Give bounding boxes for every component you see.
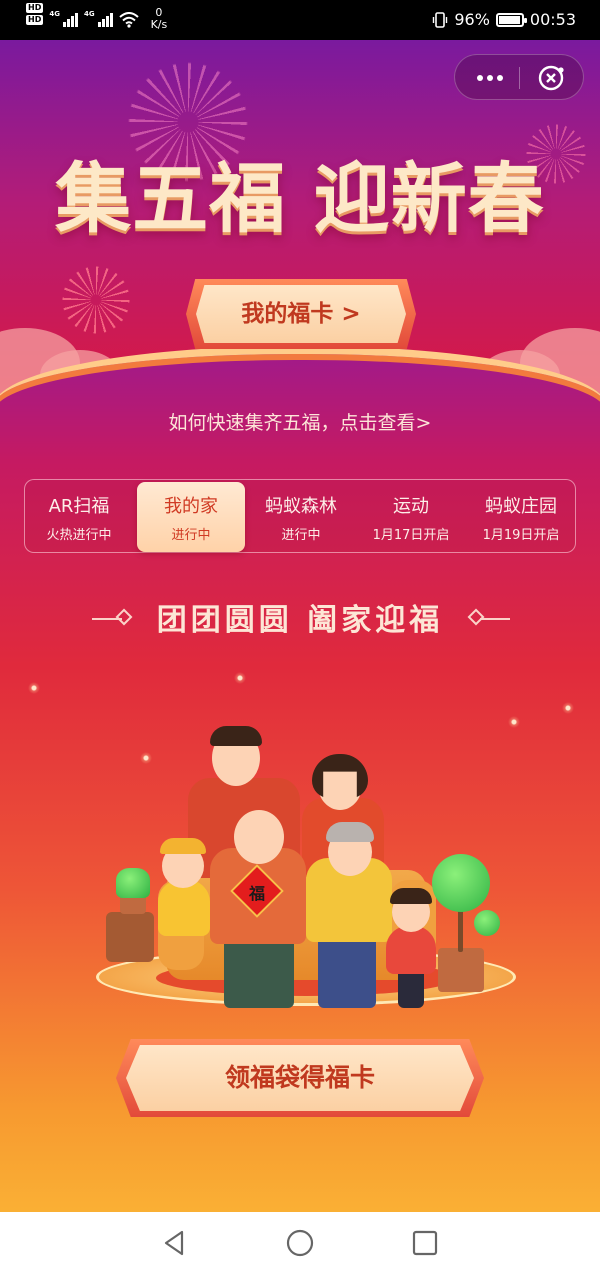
hd-badge-2: HD: [26, 15, 44, 25]
tab-status: 进行中: [171, 528, 211, 543]
family-illustration: 福: [96, 680, 516, 1010]
net-speed-unit: K/s: [150, 18, 168, 31]
back-icon[interactable]: [160, 1228, 190, 1258]
status-bar: HD HD 4G 4G 0 K/s 96% 00:53: [0, 0, 600, 40]
sparkle-decoration: [28, 682, 40, 694]
tab-label: 我的家: [164, 496, 218, 517]
tab-sport[interactable]: 运动 1月17日开启: [356, 480, 466, 552]
hd-badge-1: HD: [26, 3, 44, 13]
tab-ant-farm[interactable]: 蚂蚁庄园 1月19日开启: [467, 480, 575, 552]
system-nav-bar: [0, 1212, 600, 1276]
guide-link[interactable]: 如何快速集齐五福，点击查看>: [0, 408, 600, 435]
page-title: 集五福 迎新春: [55, 154, 545, 243]
cta-ribbon: 领福袋得福卡: [126, 1045, 474, 1111]
fu-character: 福: [249, 884, 266, 903]
tab-status: 1月17日开启: [372, 528, 450, 543]
sparkle-decoration: [562, 702, 574, 714]
tab-status: 进行中: [281, 528, 321, 543]
vibrate-icon: [433, 11, 448, 28]
battery-icon: [495, 12, 527, 27]
recents-icon[interactable]: [410, 1228, 440, 1258]
tab-label: 运动: [393, 496, 429, 517]
battery-level: [498, 15, 520, 24]
home-icon[interactable]: [285, 1228, 315, 1258]
tab-ar-scan[interactable]: AR扫福 火热进行中: [25, 480, 133, 552]
network-label-1: 4G: [49, 10, 60, 18]
tab-label: 蚂蚁庄园: [485, 496, 557, 517]
tab-label: 蚂蚁森林: [265, 496, 337, 517]
plant-leaves: [116, 868, 150, 898]
network-label-2: 4G: [83, 10, 95, 18]
clock: 00:53: [529, 10, 576, 29]
mini-program-capsule: [454, 54, 584, 100]
signal-icon-2: 4G: [83, 10, 113, 27]
tab-my-home[interactable]: 我的家 进行中: [137, 482, 245, 552]
capsule-divider: [519, 67, 520, 89]
wifi-icon: [118, 12, 139, 28]
tree-pot: [438, 948, 484, 992]
close-mini-program-icon[interactable]: [537, 64, 565, 92]
section-title: 团团圆圆 阖家迎福: [156, 603, 444, 638]
tree-crown: [432, 854, 490, 912]
signal-icon-1: 4G: [49, 10, 78, 27]
title-divider-right: [480, 618, 510, 620]
tab-ant-forest[interactable]: 蚂蚁森林 进行中: [247, 480, 355, 552]
tab-status: 火热进行中: [46, 528, 112, 543]
my-cards-ribbon: 我的福卡 >: [196, 285, 406, 343]
firework-decoration: [62, 266, 130, 334]
tab-status: 1月19日开启: [482, 528, 560, 543]
net-speed: 0 K/s: [151, 7, 168, 31]
more-icon[interactable]: [475, 73, 505, 83]
task-tabs: AR扫福 火热进行中 我的家 进行中 蚂蚁森林 进行中 运动 1月17日开启 蚂…: [24, 479, 576, 553]
app-content: 集五福 迎新春 我的福卡 > 如何快速集齐五福，点击查看> AR扫福 火热进行中…: [0, 40, 600, 1212]
tree-crown-small: [474, 910, 500, 936]
side-stool: [106, 912, 154, 962]
get-lucky-bag-button[interactable]: 领福袋得福卡: [126, 1045, 474, 1111]
tab-label: AR扫福: [48, 496, 110, 517]
my-cards-button[interactable]: 我的福卡 >: [196, 285, 406, 343]
battery-percent: 96%: [454, 10, 490, 29]
